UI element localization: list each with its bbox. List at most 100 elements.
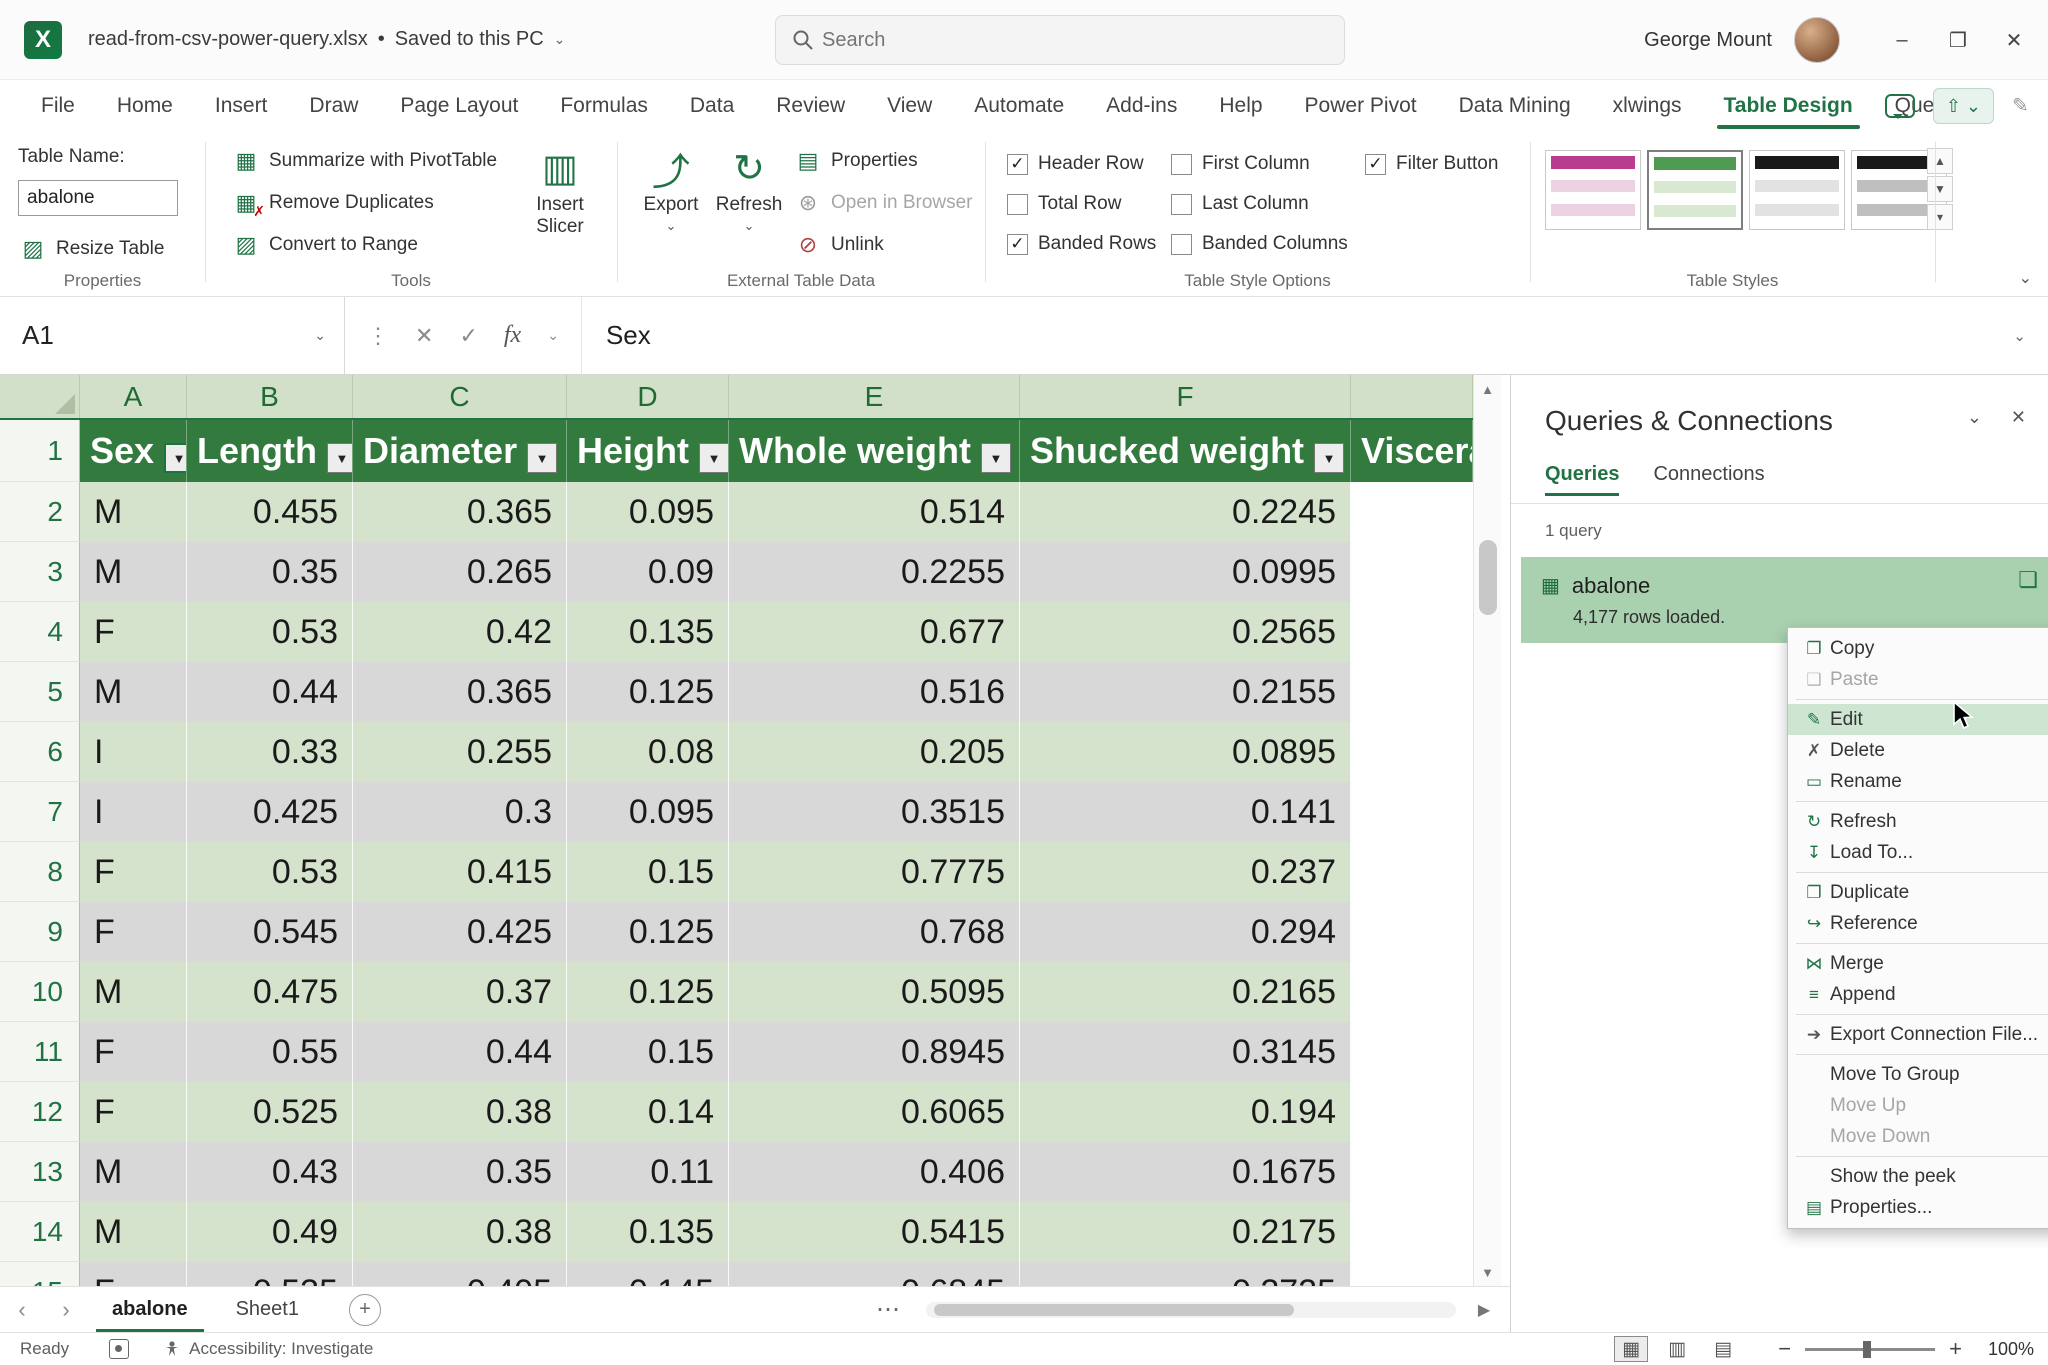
cell[interactable]: 0.677 [729,602,1020,662]
comments-icon[interactable] [1885,94,1915,118]
ribbon-tab[interactable]: File [20,80,96,132]
cell[interactable]: 0.38 [353,1202,567,1262]
menu-item[interactable]: Edit [1788,704,2048,735]
style-option-checkbox[interactable]: Total Row [1007,184,1156,224]
cell[interactable] [1351,1202,1473,1262]
etd-button[interactable]: Unlink [787,224,981,266]
cell[interactable]: 0.0895 [1020,722,1351,782]
cell[interactable] [1351,962,1473,1022]
row-number[interactable]: 10 [0,962,80,1022]
ribbon-tab[interactable]: Formulas [539,80,669,132]
cell[interactable]: 0.2155 [1020,662,1351,722]
menu-item[interactable]: Merge [1788,948,2048,979]
header-cell[interactable]: Length ▼ [187,420,353,482]
cell[interactable]: 0.0995 [1020,542,1351,602]
hscroll-right-icon[interactable]: ▶ [1466,1300,1502,1320]
etd-button[interactable]: Properties [787,140,981,182]
panel-tab[interactable]: Queries [1545,463,1619,496]
cell[interactable] [1351,782,1473,842]
cell[interactable]: M [80,542,187,602]
cell[interactable]: 0.2175 [1020,1202,1351,1262]
cell[interactable] [1351,842,1473,902]
cell[interactable]: F [80,902,187,962]
menu-item[interactable]: Paste [1788,664,2048,695]
cell[interactable]: 0.425 [187,782,353,842]
cell[interactable]: 0.43 [187,1142,353,1202]
cell[interactable] [1351,722,1473,782]
panel-tab[interactable]: Connections [1653,463,1764,496]
avatar[interactable] [1794,17,1840,63]
cell[interactable]: 0.55 [187,1022,353,1082]
menu-item[interactable]: Move To Group [1788,1059,2048,1090]
menu-item[interactable]: Export Connection File... [1788,1019,2048,1050]
cell[interactable]: 0.2245 [1020,482,1351,542]
ribbon-tab[interactable]: Home [96,80,194,132]
row-number[interactable]: 13 [0,1142,80,1202]
scroll-up-icon[interactable]: ▲ [1474,375,1501,403]
sheet-tab[interactable]: Sheet1 [212,1287,323,1333]
table-style-purple[interactable] [1545,150,1641,230]
column-header[interactable]: C [353,375,567,418]
excel-app-icon[interactable]: X [24,21,62,59]
cell[interactable]: 0.2565 [1020,602,1351,662]
zoom-in-icon[interactable]: + [1949,1336,1962,1362]
cell[interactable] [1351,662,1473,722]
cell[interactable]: F [80,842,187,902]
row-number[interactable]: 1 [0,420,80,482]
header-cell[interactable]: Sex ▼ [80,420,187,482]
header-cell[interactable]: Viscera weight [1351,420,1473,482]
cell[interactable]: 0.44 [353,1022,567,1082]
ribbon-tab[interactable]: Review [755,80,866,132]
zoom-slider-thumb[interactable] [1863,1341,1871,1358]
row-number[interactable]: 7 [0,782,80,842]
cell[interactable]: 0.145 [567,1262,729,1286]
cell[interactable]: 0.6065 [729,1082,1020,1142]
document-title[interactable]: read-from-csv-power-query.xlsx • Saved t… [88,28,565,51]
cell[interactable]: 0.095 [567,482,729,542]
cell[interactable]: 0.53 [187,842,353,902]
cell[interactable]: 0.09 [567,542,729,602]
cell[interactable]: 0.545 [187,902,353,962]
sheet-tab[interactable]: abalone [88,1287,212,1333]
panel-collapse-icon[interactable]: ⌄ [1967,407,1982,428]
cell[interactable]: M [80,1202,187,1262]
scrollbar-thumb[interactable] [1479,540,1497,615]
row-number[interactable]: 2 [0,482,80,542]
cell[interactable]: F [80,1262,187,1286]
cell[interactable]: 0.237 [1020,842,1351,902]
cell[interactable]: 0.125 [567,902,729,962]
row-number[interactable]: 4 [0,602,80,662]
cell[interactable] [1351,482,1473,542]
filter-button-icon[interactable]: ▼ [527,443,557,473]
cell[interactable] [1351,1022,1473,1082]
row-number[interactable]: 14 [0,1202,80,1262]
menu-item[interactable]: Refresh [1788,806,2048,837]
cell[interactable]: 0.37 [353,962,567,1022]
cell[interactable] [1351,1262,1473,1286]
cell[interactable]: 0.125 [567,962,729,1022]
cell[interactable]: 0.405 [353,1262,567,1286]
column-header[interactable]: B [187,375,353,418]
ribbon-tab[interactable]: Draw [288,80,379,132]
cell[interactable]: M [80,482,187,542]
column-header[interactable]: A [80,375,187,418]
tools-button[interactable]: Convert to Range [225,224,505,266]
row-number[interactable]: 11 [0,1022,80,1082]
ribbon-tab[interactable]: Power Pivot [1284,80,1438,132]
insert-slicer-button[interactable]: ▥ Insert Slicer [520,142,600,260]
chevron-down-icon[interactable]: ⌄ [547,327,559,344]
menu-item[interactable]: Delete [1788,735,2048,766]
cell[interactable]: 0.095 [567,782,729,842]
cell[interactable]: 0.8945 [729,1022,1020,1082]
cell[interactable]: 0.35 [187,542,353,602]
column-header[interactable]: E [729,375,1020,418]
table-style-green-selected[interactable] [1647,150,1743,230]
sheet-nav-right-icon[interactable]: › [44,1297,88,1323]
filter-button-icon[interactable]: ▼ [1314,443,1344,473]
cell[interactable]: 0.3515 [729,782,1020,842]
zoom-slider[interactable] [1805,1348,1935,1351]
scrollbar-thumb[interactable] [934,1304,1294,1316]
ribbon-tab[interactable]: Add-ins [1085,80,1198,132]
cell[interactable]: 0.53 [187,602,353,662]
restore-button[interactable]: ❐ [1930,0,1986,80]
